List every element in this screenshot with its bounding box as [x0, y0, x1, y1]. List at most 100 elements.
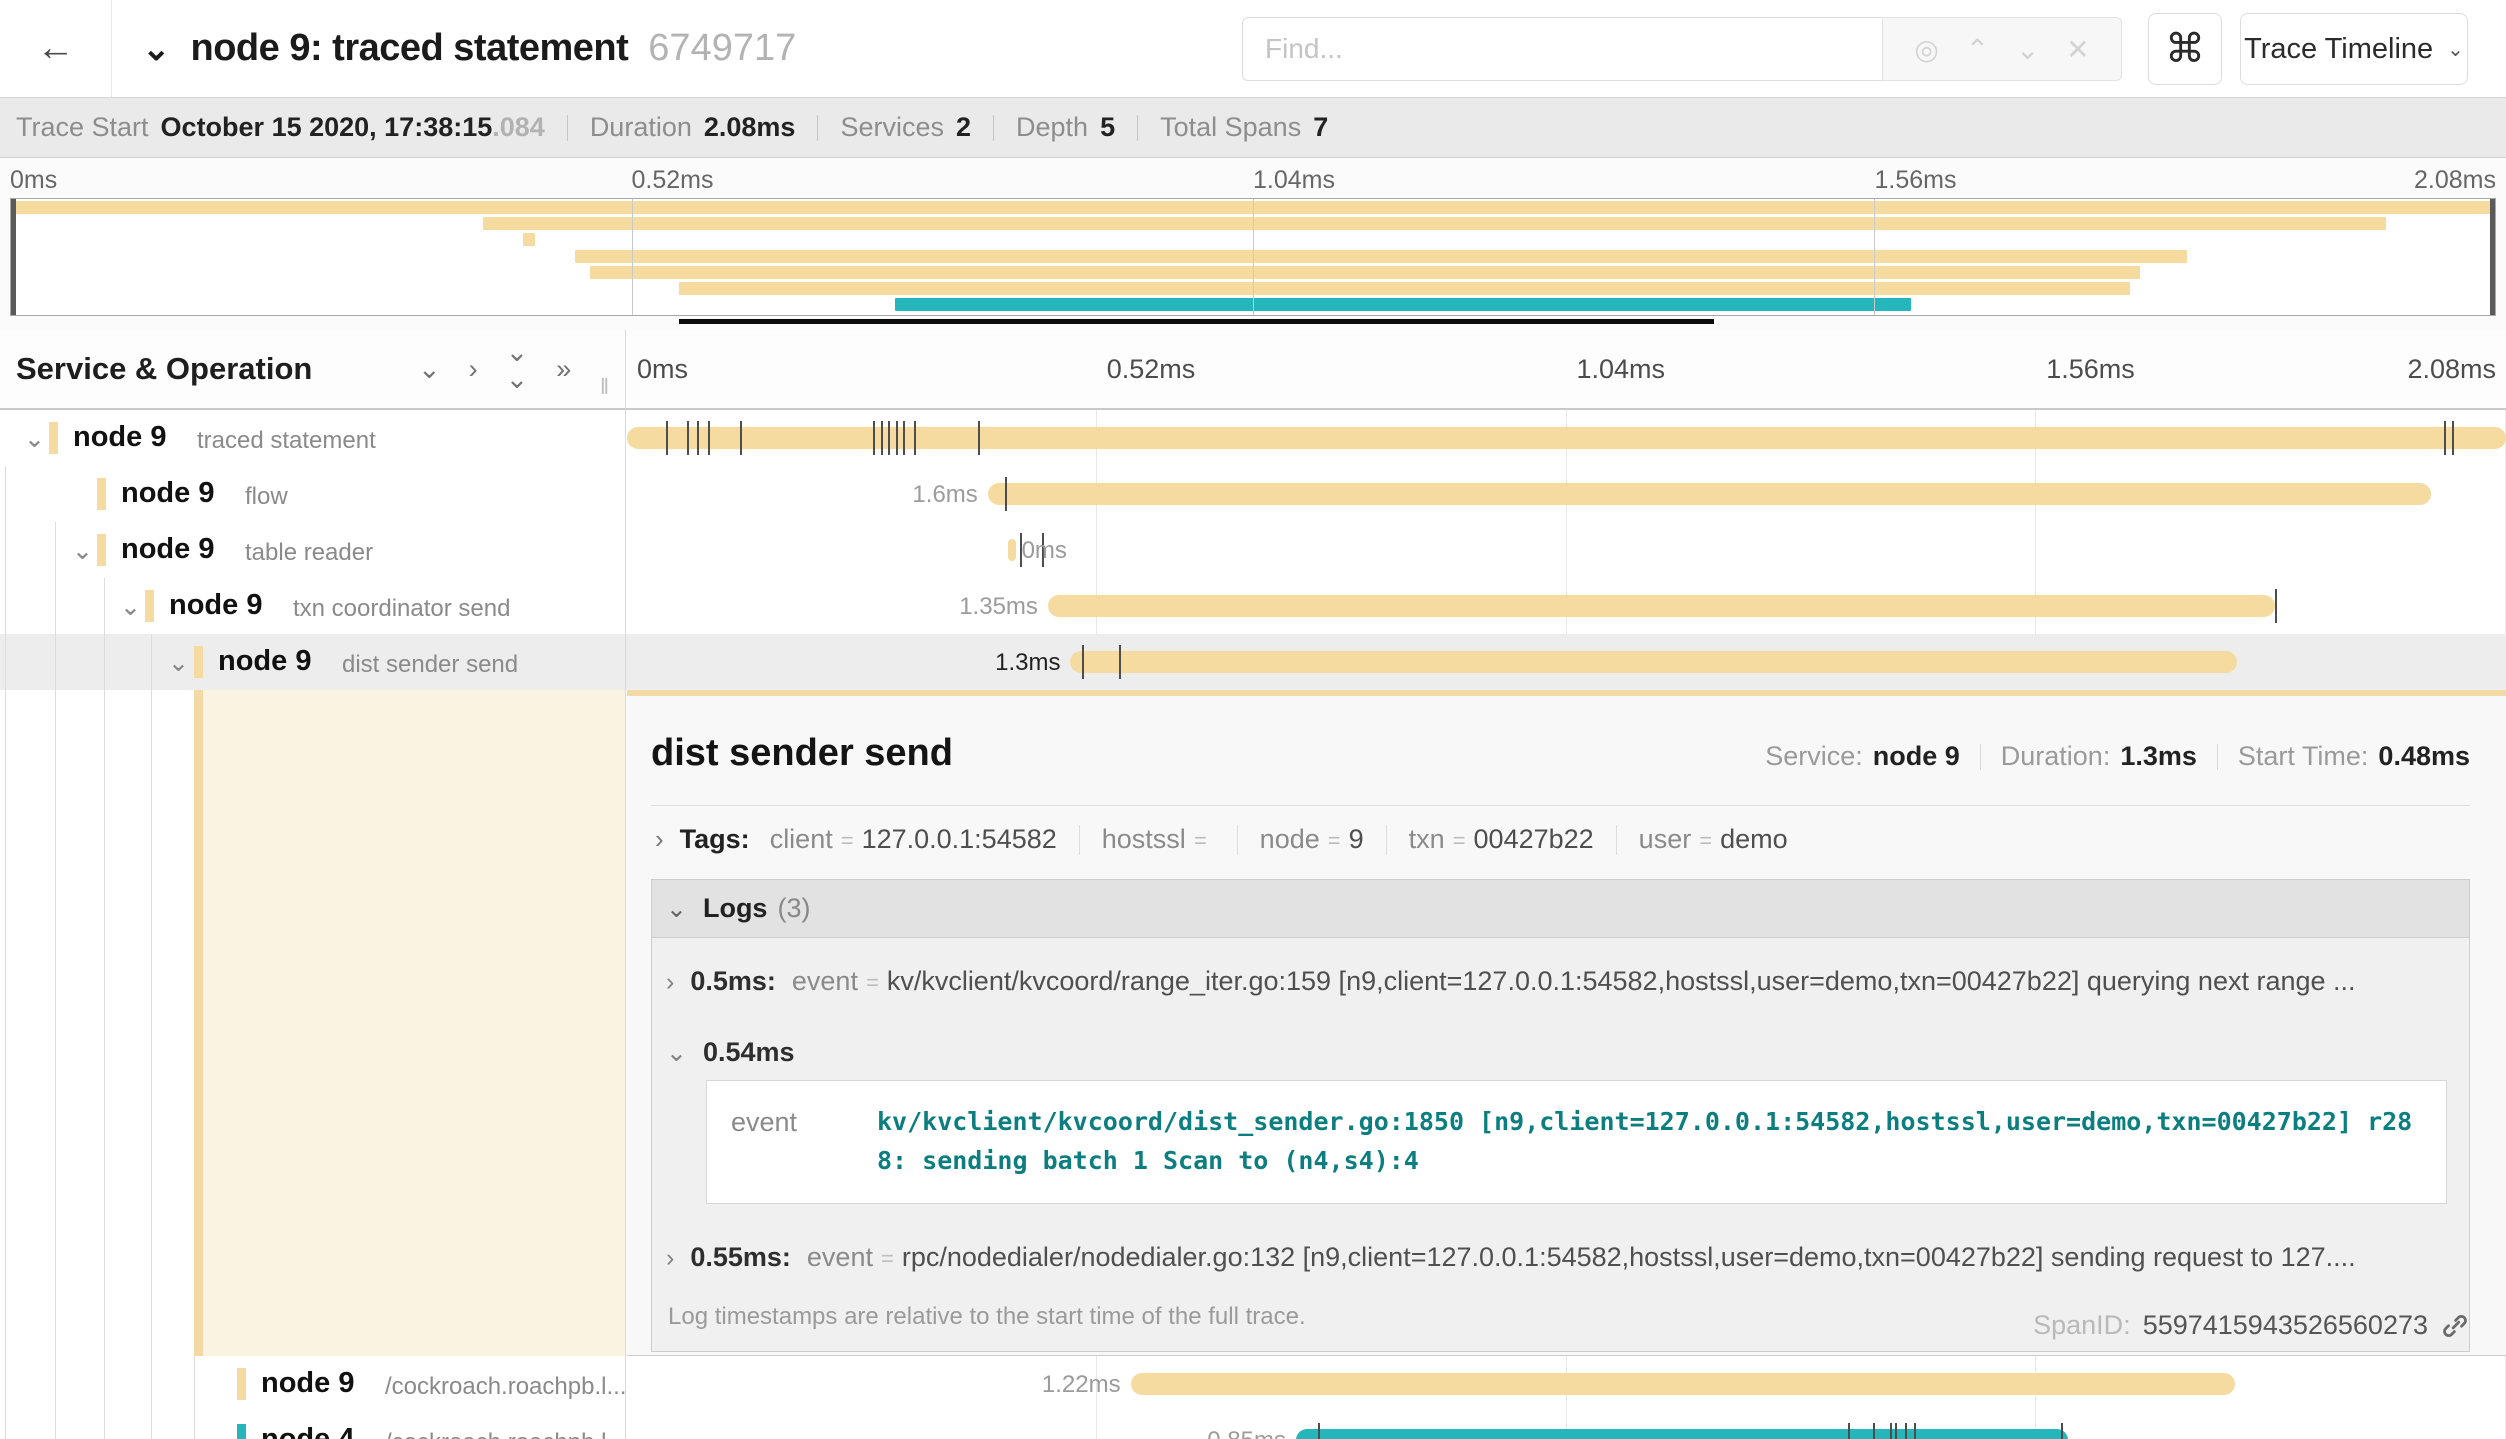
chevron-down-icon[interactable]: ⌄	[2016, 33, 2039, 66]
log-field-key: event	[807, 1242, 873, 1273]
span-timeline[interactable]: 1.22ms	[627, 1356, 2506, 1412]
chevron-down-icon: ⌄	[666, 894, 687, 924]
minimap-gridline	[1874, 199, 1875, 315]
log-field-equals: =	[866, 970, 879, 996]
log-marker-tick	[687, 421, 689, 455]
span-timeline[interactable]: 1.6ms	[627, 466, 2506, 522]
tags-row[interactable]: › Tags: client=127.0.0.1:54582hostssl=no…	[651, 824, 2470, 855]
span-duration-bar[interactable]	[988, 483, 2431, 505]
logs-header[interactable]: ⌄ Logs (3)	[652, 880, 2469, 938]
span-color-bar	[237, 1368, 246, 1400]
timeline-axis-tick: 1.56ms	[2046, 354, 2135, 385]
log-marker-tick	[2452, 421, 2454, 455]
span-timeline[interactable]: 0.85ms	[627, 1412, 2506, 1439]
span-collapse-chevron-icon[interactable]: ⌄	[72, 536, 93, 566]
chevron-up-icon[interactable]: ⌃	[1966, 33, 1989, 66]
log-entry-collapsed[interactable]: ›0.5ms:event=kv/kvclient/kvcoord/range_i…	[652, 946, 2469, 1017]
view-switcher-button[interactable]: Trace Timeline ⌄	[2240, 13, 2468, 85]
summary-label: Duration	[590, 112, 692, 143]
span-collapse-chevron-icon[interactable]: ⌄	[24, 424, 45, 454]
log-marker-tick	[1873, 1423, 1875, 1439]
span-row[interactable]: ⌄node 9dist sender send1.3ms	[0, 634, 2506, 690]
span-duration-bar[interactable]	[1008, 539, 1016, 561]
minimap-drag-handle[interactable]	[11, 199, 16, 315]
panel-divider[interactable]	[625, 330, 626, 1439]
minimap-drag-handle[interactable]	[2490, 199, 2495, 315]
span-timeline[interactable]: 0ms	[627, 522, 2506, 578]
span-row[interactable]: ⌄ node 9 txn coordinator send 1.35ms	[0, 578, 2506, 634]
span-duration-bar[interactable]	[1296, 1429, 2068, 1439]
span-row[interactable]: node 4/cockroach.roachpb.l...0.85ms	[0, 1412, 2506, 1439]
log-event-key: event	[707, 1081, 877, 1203]
log-marker-tick	[903, 421, 905, 455]
indent-guide	[5, 466, 6, 690]
span-detail-title: dist sender send	[651, 732, 953, 775]
minimap-scrubber[interactable]	[679, 319, 1714, 324]
log-marker-tick	[896, 421, 898, 455]
span-service-name: node 9	[169, 589, 262, 622]
chevron-right-icon: ›	[666, 1244, 674, 1273]
tag-chip[interactable]: txn=00427b22	[1409, 824, 1594, 855]
span-collapse-chevron-icon[interactable]: ⌄	[120, 592, 141, 622]
minimap-gridline	[1253, 199, 1254, 315]
tag-chip[interactable]: node=9	[1260, 824, 1364, 855]
summary-label: Services	[840, 112, 944, 143]
summary-value: 5	[1100, 112, 1115, 143]
timeline-axis-tick: 1.04ms	[1577, 354, 1666, 385]
span-timeline[interactable]: 1.3ms	[627, 634, 2506, 690]
find-input[interactable]	[1242, 17, 1882, 81]
close-icon[interactable]: ✕	[2066, 33, 2089, 66]
minimap-span-bar	[895, 298, 1911, 311]
span-row[interactable]: node 9flow1.6ms	[0, 466, 2506, 522]
column-resize-handle[interactable]: ‖	[600, 374, 611, 400]
expand-one-icon[interactable]: ›	[469, 356, 478, 383]
tag-equals: =	[1328, 828, 1341, 854]
log-entry-collapsed[interactable]: ›0.55ms:event=rpc/nodedialer/nodedialer.…	[652, 1222, 2469, 1293]
tag-chip[interactable]: user=demo	[1639, 824, 1788, 855]
span-duration-bar[interactable]	[1070, 651, 2237, 673]
span-timeline[interactable]: 1.35ms	[627, 578, 2506, 634]
log-marker-tick	[1890, 1423, 1892, 1439]
collapse-all-icon[interactable]: ⌄⌄	[506, 339, 529, 393]
indent-guide	[5, 1412, 6, 1439]
meta-label: Start Time:	[2238, 741, 2369, 772]
span-operation-name: txn coordinator send	[293, 595, 510, 623]
tag-separator	[1237, 825, 1238, 855]
span-row[interactable]: node 9/cockroach.roachpb.l...1.22ms	[0, 1356, 2506, 1412]
tag-chip[interactable]: hostssl=	[1102, 824, 1215, 855]
tag-equals: =	[1453, 828, 1466, 854]
locate-target-icon[interactable]: ◎	[1914, 33, 1938, 66]
collapse-one-icon[interactable]: ⌄	[418, 356, 441, 383]
log-entry-expanded[interactable]: ⌄0.54ms	[652, 1017, 2469, 1078]
span-color-bar	[97, 478, 106, 510]
span-duration-bar[interactable]	[1048, 595, 2275, 617]
summary-value: October 15 2020, 17:38:15	[161, 112, 493, 143]
link-icon[interactable]	[2440, 1311, 2470, 1341]
log-marker-tick	[1895, 1423, 1897, 1439]
logs-count: (3)	[777, 893, 810, 924]
minimap-canvas[interactable]	[10, 198, 2496, 316]
span-duration-bar[interactable]	[627, 427, 2506, 449]
top-bar: ← ⌄ node 9: traced statement 6749717 ◎ ⌃…	[0, 0, 2506, 97]
span-row[interactable]: ⌄node 9table reader0ms	[0, 522, 2506, 578]
span-duration-bar[interactable]	[1131, 1373, 2236, 1395]
chevron-down-icon[interactable]: ⌄	[142, 29, 171, 69]
span-duration-label: 1.22ms	[1042, 1371, 1121, 1399]
log-marker-tick	[2061, 1423, 2063, 1439]
expand-all-icon[interactable]: »	[556, 356, 571, 383]
minimap-span-bar	[575, 250, 2187, 263]
span-operation-name: table reader	[245, 539, 373, 567]
log-marker-tick	[1914, 1423, 1916, 1439]
back-button[interactable]: ←	[0, 0, 112, 97]
span-collapse-chevron-icon[interactable]: ⌄	[168, 648, 189, 678]
span-duration-label: 1.6ms	[912, 481, 977, 509]
keyboard-shortcuts-button[interactable]: ⌘	[2148, 13, 2222, 85]
tag-chip[interactable]: client=127.0.0.1:54582	[770, 824, 1057, 855]
log-marker-tick	[708, 421, 710, 455]
minimap-span-bar	[483, 217, 2386, 230]
span-row[interactable]: ⌄node 9traced statement	[0, 410, 2506, 466]
indent-guide	[104, 1412, 105, 1439]
timeline-minimap[interactable]: 0ms0.52ms1.04ms1.56ms2.08ms	[0, 158, 2506, 330]
span-timeline[interactable]	[627, 410, 2506, 466]
log-field-key: event	[792, 966, 858, 997]
